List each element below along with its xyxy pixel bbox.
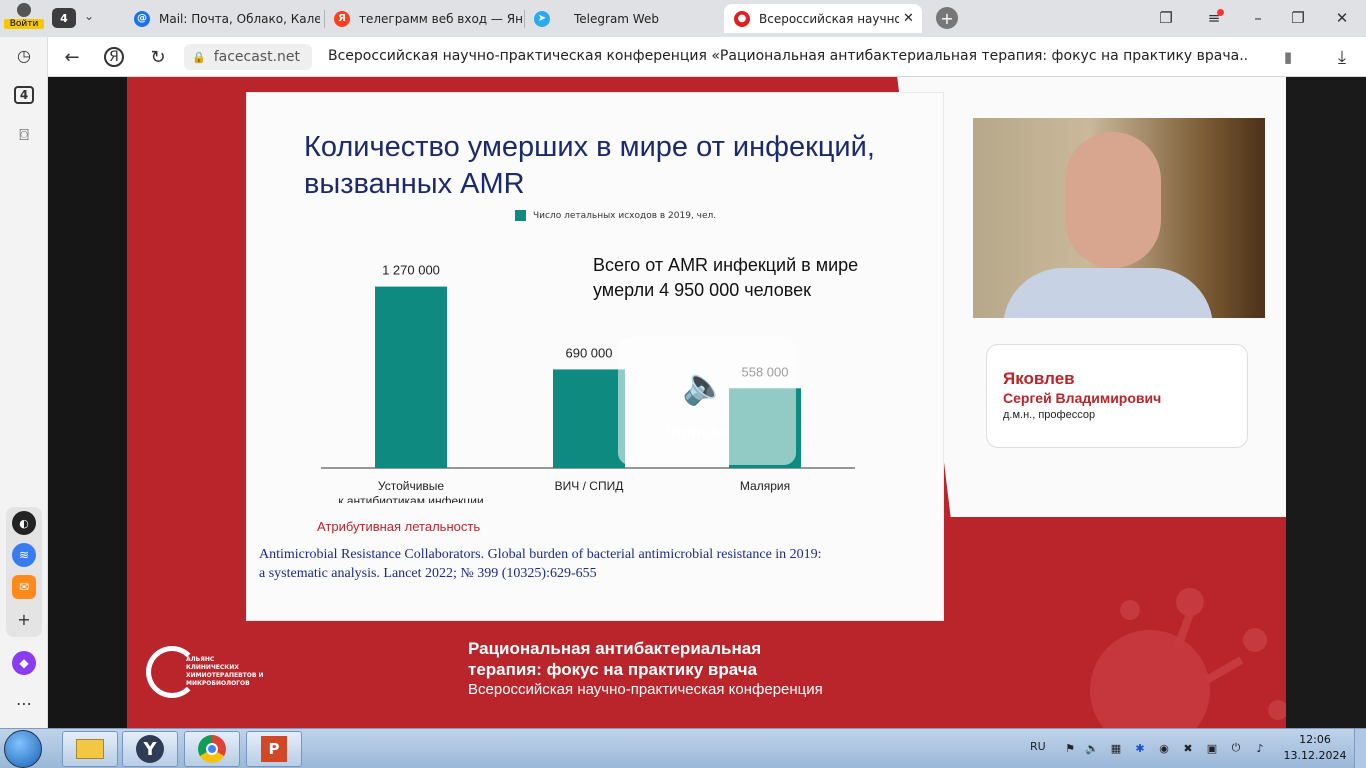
yandex-button[interactable]: Я bbox=[104, 47, 124, 67]
speaker-card: Яковлев Сергей Владимирович д.м.н., проф… bbox=[986, 344, 1248, 448]
browser-sidebar: ◷ 4 ⌼ ◐ ≋ ✉ + ◆ ⋯ bbox=[0, 37, 48, 728]
page-title: Всероссийская научно-практическая конфер… bbox=[328, 48, 1248, 64]
chevron-down-icon[interactable]: ⌄ bbox=[84, 9, 94, 23]
speaker-icon[interactable]: ♪ bbox=[1252, 741, 1268, 755]
tab-title: Mail: Почта, Облако, Кале bbox=[159, 11, 320, 26]
profile-label: Войти bbox=[4, 19, 44, 29]
clock[interactable]: 12:06 13.12.2024 bbox=[1280, 732, 1350, 764]
alice-icon[interactable]: ◐ bbox=[12, 511, 36, 535]
chrome-icon[interactable] bbox=[184, 731, 240, 767]
volume-icon[interactable]: 🔈 bbox=[1084, 741, 1100, 755]
legend-swatch bbox=[515, 210, 526, 221]
yandex-browser-icon[interactable]: Y bbox=[122, 731, 178, 767]
start-button[interactable] bbox=[4, 730, 42, 768]
conference-caption: Рациональная антибактериальная терапия: … bbox=[468, 638, 823, 699]
security-icon[interactable]: ✖ bbox=[1180, 741, 1196, 755]
speaker-name: Сергей Владимирович bbox=[1003, 390, 1162, 406]
speaker-shirt bbox=[1003, 268, 1213, 318]
close-icon[interactable]: ✕ bbox=[903, 11, 914, 26]
network-icon[interactable]: ▦ bbox=[1108, 741, 1124, 755]
conf-title-line2: терапия: фокус на практику врача bbox=[468, 660, 758, 679]
legend-label: Число летальных исходов в 2019, чел. bbox=[533, 210, 717, 221]
attribution-label: Атрибутивная летальность bbox=[317, 519, 481, 534]
chart-bar bbox=[553, 369, 625, 468]
address-bar: ← Я ↻ 🔒 facecast.net Всероссийская научн… bbox=[48, 37, 1366, 77]
profile-button[interactable]: Войти bbox=[4, 2, 44, 34]
slide-title: Количество умерших в мире от инфекций, в… bbox=[304, 131, 875, 200]
device-icon[interactable]: ▣ bbox=[1204, 741, 1220, 755]
slide: Количество умерших в мире от инфекций, в… bbox=[246, 92, 944, 621]
file-explorer-icon[interactable] bbox=[62, 731, 118, 767]
power-icon[interactable]: ⏻ bbox=[1228, 741, 1244, 755]
back-arrow-icon[interactable]: ← bbox=[60, 45, 84, 69]
mute-speaker-icon: 🔈 bbox=[682, 366, 727, 407]
speaker-title: д.м.н., профессор bbox=[1003, 409, 1096, 421]
download-icon[interactable]: ⤓ bbox=[1330, 45, 1354, 69]
category-label: к антибиотикам инфекции bbox=[338, 494, 483, 503]
add-icon[interactable]: + bbox=[10, 605, 38, 633]
tab-title: Telegram Web bbox=[574, 11, 659, 26]
category-label: ВИЧ / СПИД bbox=[555, 479, 624, 493]
video-margin bbox=[1286, 77, 1366, 728]
url-domain: facecast.net bbox=[213, 49, 301, 65]
tab-bar: Войти 4 ⌄ @ Mail: Почта, Облако, Кале Я … bbox=[0, 0, 1366, 37]
notification-dot bbox=[1217, 9, 1224, 16]
bar-value-label: 1 270 000 bbox=[382, 263, 440, 278]
history-icon[interactable]: ◷ bbox=[10, 41, 38, 69]
messenger-icon[interactable]: ≋ bbox=[12, 543, 36, 567]
user-icon bbox=[17, 3, 31, 17]
clock-date: 13.12.2024 bbox=[1283, 749, 1347, 762]
new-tab-button[interactable]: + bbox=[936, 7, 958, 29]
tab-title: телеграмм веб вход — Ян bbox=[359, 11, 522, 26]
telegram-icon: ➤ bbox=[534, 10, 550, 27]
language-indicator[interactable]: RU bbox=[1030, 740, 1046, 753]
more-icon[interactable]: ⋯ bbox=[10, 689, 38, 717]
bluetooth-icon[interactable]: ✱ bbox=[1132, 741, 1148, 755]
unmute-label: Unmute bbox=[664, 425, 728, 441]
flag-icon[interactable]: ⚑ bbox=[1062, 741, 1078, 755]
category-label: Устойчивые bbox=[378, 479, 445, 493]
tab-mail[interactable]: @ Mail: Почта, Облако, Кале bbox=[130, 4, 320, 33]
unmute-button[interactable]: 🔈 Unmute bbox=[618, 337, 796, 465]
lock-icon: 🔒 bbox=[192, 50, 206, 64]
chart-bar bbox=[375, 286, 447, 468]
show-desktop-button[interactable] bbox=[1354, 729, 1366, 768]
tab-group-button[interactable]: 4 bbox=[52, 8, 76, 28]
conf-subtitle: Всероссийская научно-практическая конфер… bbox=[468, 681, 823, 698]
speaker-head bbox=[1065, 132, 1161, 268]
tab-telegram[interactable]: ➤ Telegram Web bbox=[532, 4, 722, 33]
tabs-count-button[interactable]: 4 bbox=[10, 81, 38, 109]
bar-value-label: 690 000 bbox=[566, 345, 613, 360]
yandex-icon: Я bbox=[334, 10, 350, 27]
tab-facecast[interactable]: ● Всероссийская научно ✕ bbox=[724, 4, 922, 33]
assistant-icon[interactable]: ◆ bbox=[12, 651, 36, 675]
facecast-icon: ● bbox=[734, 10, 750, 27]
collections-icon[interactable]: ❐ bbox=[1154, 6, 1178, 30]
powerpoint-icon[interactable]: P bbox=[246, 731, 302, 767]
url-field[interactable]: 🔒 facecast.net bbox=[184, 44, 312, 70]
alliance-logo: АЛЬЯНС КЛИНИЧЕСКИХ ХИМИОТЕРАПЕВТОВ И МИК… bbox=[146, 644, 266, 702]
category-label: Малярия bbox=[740, 479, 790, 493]
bookmark-icon[interactable]: ▮ bbox=[1276, 45, 1300, 69]
mail-app-icon[interactable]: ✉ bbox=[12, 575, 36, 599]
conf-title-line1: Рациональная антибактериальная bbox=[468, 639, 762, 658]
at-icon: @ bbox=[134, 10, 150, 27]
clock-time: 12:06 bbox=[1299, 733, 1331, 746]
tab-title: Всероссийская научно bbox=[759, 11, 899, 26]
chart-legend: Число летальных исходов в 2019, чел. bbox=[515, 210, 716, 221]
minimize-button[interactable]: – bbox=[1246, 6, 1270, 30]
maximize-button[interactable]: ❐ bbox=[1286, 6, 1310, 30]
screenshot-icon[interactable]: ⌼ bbox=[10, 121, 38, 149]
speaker-surname: Яковлев bbox=[1003, 369, 1075, 388]
reference-text: Antimicrobial Resistance Collaborators. … bbox=[259, 547, 822, 581]
close-window-button[interactable]: ✕ bbox=[1330, 6, 1354, 30]
speaker-video bbox=[973, 118, 1265, 318]
virus-decoration bbox=[1090, 588, 1286, 728]
tab-yandex[interactable]: Я телеграмм веб вход — Ян bbox=[332, 4, 522, 33]
logo-text: АЛЬЯНС КЛИНИЧЕСКИХ ХИМИОТЕРАПЕВТОВ И МИК… bbox=[186, 656, 264, 687]
eye-icon[interactable]: ◉ bbox=[1156, 741, 1172, 755]
menu-icon[interactable]: ≡ bbox=[1202, 6, 1226, 30]
reload-icon[interactable]: ↻ bbox=[146, 45, 170, 69]
